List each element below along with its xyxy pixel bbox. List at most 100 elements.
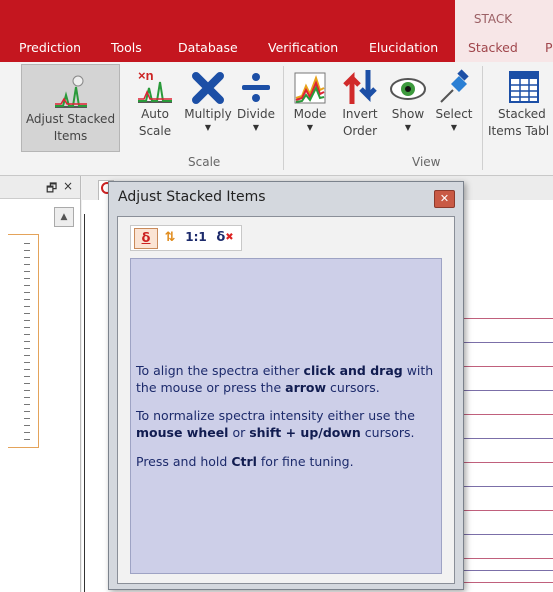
instruction-normalize: To normalize spectra intensity either us… — [136, 408, 415, 440]
colored-spectra-icon — [294, 72, 326, 104]
contextual-group-label: STACK — [473, 12, 513, 26]
ruler-tick — [24, 285, 30, 286]
auto-scale-label-2: Scale — [138, 124, 172, 138]
show-dropdown-icon[interactable]: ▼ — [388, 123, 428, 133]
scroll-up-arrow-icon[interactable]: ▲ — [54, 207, 74, 227]
ruler-tick — [24, 439, 30, 440]
ruler-tick — [24, 257, 30, 258]
spectrum-multiply-icon: ×n — [138, 68, 172, 103]
ruler-tick — [24, 397, 30, 398]
tab-stacked[interactable]: Stacked — [468, 40, 518, 55]
adjust-mode-toolbar: δ ⇅ 1:1 δ✖ — [130, 225, 242, 251]
spectrum-baseline — [458, 534, 553, 535]
divide-button[interactable]: Divide ▼ — [236, 66, 276, 152]
x-icon — [192, 72, 224, 104]
mode-button[interactable]: Mode ▼ — [289, 66, 331, 152]
spectrum-axis-line — [84, 214, 85, 592]
pin-icon — [440, 69, 469, 103]
ruler-tick — [24, 411, 30, 412]
spectrum-baseline — [458, 414, 553, 415]
ruler-tick — [24, 390, 30, 391]
ruler-tick — [24, 264, 30, 265]
shift-mode-button[interactable]: δ — [134, 228, 158, 249]
multiply-button[interactable]: Multiply ▼ — [181, 66, 235, 152]
reset-shift-button[interactable]: δ✖ — [213, 228, 237, 247]
ruler-tick — [24, 376, 30, 377]
table-label-2: Items Tabl — [488, 124, 550, 138]
axis-ruler — [8, 234, 39, 448]
invert-label-1: Invert — [342, 107, 378, 121]
ruler-tick — [24, 299, 30, 300]
instruction-fine-tune: Press and hold Ctrl for fine tuning. — [136, 454, 354, 469]
spectrum-baseline — [458, 366, 553, 367]
ruler-tick — [24, 341, 30, 342]
adjust-stacked-items-button[interactable]: Adjust Stacked Items — [21, 64, 120, 152]
dialog-content: δ ⇅ 1:1 δ✖ To align the spectra either c… — [117, 216, 455, 584]
ruler-tick — [24, 432, 30, 433]
up-down-arrows-icon — [343, 70, 377, 104]
ruler-tick — [24, 278, 30, 279]
spectrum-baseline — [458, 390, 553, 391]
left-pane-header: 🗗 × — [0, 176, 80, 199]
stack-mode-button[interactable]: ⇅ — [160, 228, 180, 247]
ruler-tick — [24, 292, 30, 293]
ruler-tick — [24, 306, 30, 307]
show-label: Show — [391, 107, 425, 121]
select-dropdown-icon[interactable]: ▼ — [433, 123, 475, 133]
ratio-mode-button[interactable]: 1:1 — [183, 228, 209, 247]
group-label-view: View — [412, 155, 441, 169]
group-label-scale: Scale — [188, 155, 221, 169]
spectrum-baseline — [458, 438, 553, 439]
instruction-align: To align the spectra either click and dr… — [136, 363, 434, 395]
tab-prediction[interactable]: Prediction — [19, 40, 81, 55]
invert-order-button[interactable]: Invert Order — [340, 66, 380, 152]
multiply-label: Multiply — [184, 107, 232, 121]
svg-text:×n: ×n — [138, 68, 154, 83]
spectrum-baseline — [458, 486, 553, 487]
spectrum-baseline — [458, 342, 553, 343]
ruler-tick — [24, 383, 30, 384]
table-label-1: Stacked — [498, 107, 546, 121]
group-separator-2 — [482, 66, 483, 170]
multiply-dropdown-icon[interactable]: ▼ — [181, 123, 235, 133]
tab-verification[interactable]: Verification — [268, 40, 338, 55]
mode-dropdown-icon[interactable]: ▼ — [289, 123, 331, 133]
spectrum-baseline — [458, 558, 553, 559]
table-icon — [509, 71, 539, 103]
invert-label-2: Order — [342, 124, 378, 138]
auto-scale-label-1: Auto — [141, 107, 169, 121]
ruler-tick — [24, 313, 30, 314]
ruler-tick — [24, 327, 30, 328]
ruler-tick — [24, 362, 30, 363]
ruler-tick — [24, 425, 30, 426]
ruler-tick — [24, 250, 30, 251]
dialog-close-button[interactable]: ✕ — [434, 190, 455, 208]
divide-icon — [242, 73, 270, 102]
close-pane-icon[interactable]: × — [63, 179, 73, 193]
divide-label: Divide — [236, 107, 275, 121]
adjust-label-1: Adjust Stacked — [25, 112, 116, 126]
auto-scale-button[interactable]: ×n Auto Scale — [133, 66, 177, 152]
select-button[interactable]: Select ▼ — [433, 66, 475, 152]
adjust-label-2: Items — [53, 129, 88, 143]
spectrum-baseline — [458, 582, 553, 583]
spectrum-baseline — [458, 570, 553, 571]
instructions-panel[interactable]: To align the spectra either click and dr… — [130, 258, 442, 574]
tab-database[interactable]: Database — [178, 40, 238, 55]
float-pane-icon[interactable]: 🗗 — [46, 179, 57, 200]
tab-tools[interactable]: Tools — [111, 40, 142, 55]
stacked-items-table-button[interactable]: Stacked Items Tabl — [488, 66, 553, 152]
mode-label: Mode — [293, 107, 327, 121]
show-button[interactable]: Show ▼ — [388, 66, 428, 152]
spectrum-baseline — [458, 462, 553, 463]
tab-elucidation[interactable]: Elucidation — [369, 40, 438, 55]
select-label: Select — [435, 107, 473, 121]
ruler-tick — [24, 355, 30, 356]
adjust-stacked-items-dialog: Adjust Stacked Items ✕ δ ⇅ 1:1 δ✖ To ali… — [108, 181, 464, 590]
divide-dropdown-icon[interactable]: ▼ — [236, 123, 276, 133]
ruler-tick — [24, 271, 30, 272]
ruler-tick — [24, 369, 30, 370]
spectrum-baseline — [458, 318, 553, 319]
ruler-tick — [24, 334, 30, 335]
tab-p[interactable]: P — [545, 40, 553, 55]
